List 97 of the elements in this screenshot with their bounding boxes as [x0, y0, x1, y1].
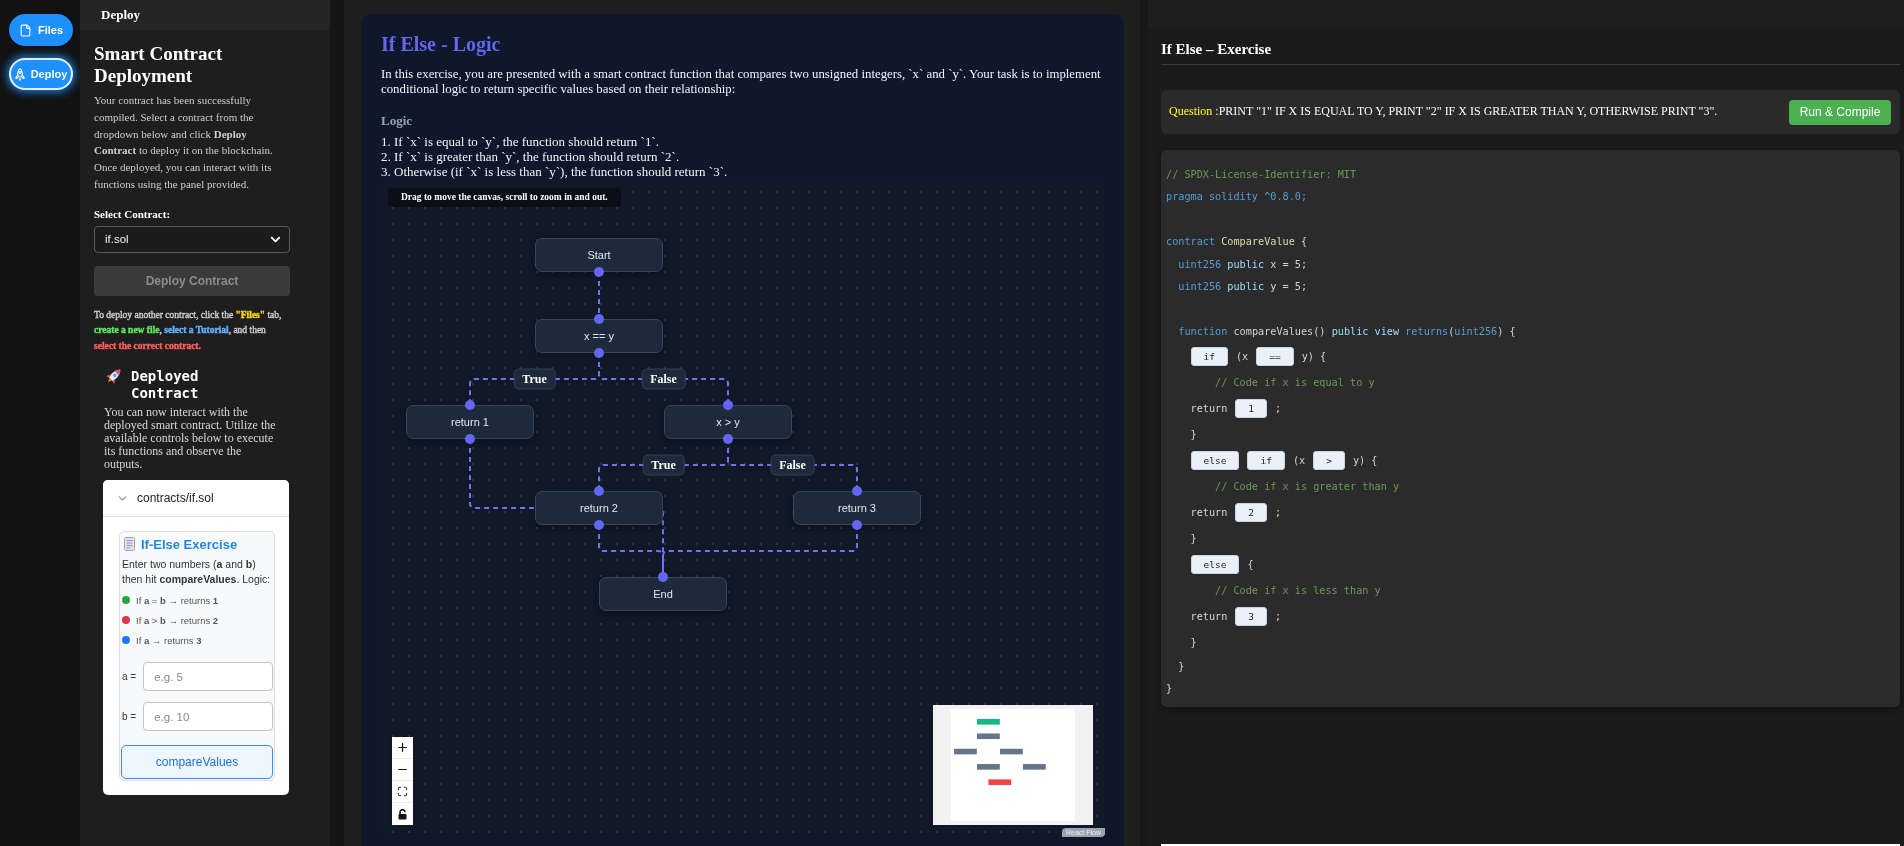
code-line: // SPDX-License-Identifier: MIT [1166, 168, 1357, 180]
code-line: uint256 public y = 5; [1178, 281, 1308, 293]
handle-dot-icon[interactable] [465, 400, 475, 410]
panel-title: Smart Contract Deployment [94, 43, 224, 87]
logic-step: 2. If `x` is greater than `y`, the function should return `2`. [381, 149, 1105, 164]
input-label: a = [122, 671, 137, 683]
canvas-tooltip: Drag to move the canvas, scroll to zoom in and out. [388, 188, 621, 207]
number-input-field[interactable]: e.g. 5 [143, 662, 273, 692]
handle-dot-icon[interactable] [723, 434, 733, 444]
panel-header: Deploy [80, 0, 330, 30]
code-blank-field[interactable]: if [1190, 346, 1228, 366]
fit-view-icon [397, 786, 408, 797]
handle-dot-icon[interactable] [594, 520, 604, 530]
edge-label: True [513, 368, 556, 390]
code-text: y) { [1352, 454, 1378, 466]
code-blank-field[interactable]: 3 [1235, 606, 1268, 626]
code-line: uint256 public x = 5; [1178, 258, 1308, 270]
flow-node[interactable]: End [599, 577, 727, 611]
code-text: (x [1236, 350, 1249, 362]
code-line: // Code if x is less than y [1215, 584, 1381, 596]
code-line: } [1178, 660, 1185, 672]
lock-button[interactable] [392, 803, 413, 825]
section-title: Deployed Contract [131, 367, 200, 403]
code-blank-field[interactable]: > [1313, 450, 1345, 470]
code-blank-field[interactable]: 1 [1235, 398, 1268, 418]
flow-node[interactable]: return 1 [406, 405, 534, 439]
code-blank-field[interactable]: 2 [1235, 502, 1268, 522]
handle-dot-icon[interactable] [594, 486, 604, 496]
handle-dot-icon[interactable] [658, 572, 668, 582]
rocket-icon [105, 367, 122, 385]
code-text: return [1190, 402, 1228, 414]
handle-dot-icon[interactable] [594, 314, 604, 324]
logic-heading: Logic [381, 113, 414, 128]
fit-view-button[interactable] [392, 781, 413, 803]
lesson-title: If Else - Logic [381, 32, 502, 58]
contract-select[interactable]: if.sol [94, 225, 290, 253]
file-icon [18, 23, 32, 37]
code-line: pragma solidity ^0.8.0; [1166, 191, 1308, 203]
document-icon [124, 537, 135, 552]
handle-dot-icon[interactable] [465, 434, 475, 444]
minimap[interactable] [933, 705, 1093, 825]
number-input-field[interactable]: e.g. 10 [143, 702, 273, 732]
handle-dot-icon[interactable] [852, 520, 862, 530]
exercise-heading: If Else – Exercise [1161, 40, 1273, 58]
select-label: Select Contract: [94, 206, 172, 221]
exercise-title: If-Else Exercise [141, 536, 238, 552]
code-line: contract CompareValue { [1166, 236, 1308, 248]
code-line: } [1190, 428, 1197, 440]
handle-dot-icon[interactable] [723, 400, 733, 410]
contract-accordion-header[interactable]: contracts/if.sol [103, 480, 289, 518]
code-text: ; [1275, 506, 1282, 518]
rule-text: If a → returns 3 [136, 634, 202, 646]
code-blank-field[interactable]: else [1190, 450, 1240, 470]
handle-dot-icon[interactable] [594, 267, 604, 277]
code-line: } [1190, 636, 1197, 648]
code-text: return [1190, 610, 1228, 622]
code-blank-field[interactable]: if [1247, 450, 1285, 470]
lock-icon [398, 808, 407, 820]
input-label: b = [122, 711, 137, 723]
edge-label: False [770, 454, 815, 476]
lesson-intro: In this exercise, you are presented with a smart contract function that compares two unsigned integers, `x` and `y`. Your task is to implement conditional logic to return specific values based on their relationship: [381, 67, 1102, 97]
code-text: y) { [1301, 350, 1327, 362]
code-line: function compareValues() public view returns(uint256) { [1178, 326, 1516, 338]
code-line: // Code if x is equal to y [1215, 376, 1375, 388]
code-blank-field[interactable]: else [1190, 554, 1240, 574]
code-text: { [1247, 558, 1254, 570]
section-text: You can now interact with the deployed smart contract. Utilize the available controls below to execute its functions and observe the outputs. [104, 405, 276, 472]
code-text: (x [1292, 454, 1306, 466]
code-text: ; [1275, 402, 1282, 414]
question-label: Question : [1169, 103, 1219, 118]
exercise-description: Enter two numbers (a and b) then hit compareValues. Logic: [121, 557, 272, 588]
rule-text: If a = b → returns 1 [136, 594, 219, 606]
zoom-in-button[interactable] [392, 737, 413, 759]
plus-icon [396, 741, 409, 754]
handle-dot-icon[interactable] [852, 486, 862, 496]
minimap-viewport[interactable] [951, 709, 1075, 821]
logic-step: 3. Otherwise (if `x` is less than `y`), the function should return `3`. [381, 164, 1105, 179]
flow-node[interactable]: Start [535, 238, 663, 272]
flow-node[interactable]: return 3 [793, 491, 921, 525]
code-line: // Code if x is greater than y [1215, 480, 1400, 492]
rule-text: If a > b → returns 2 [136, 614, 219, 626]
code-line: } [1166, 683, 1173, 695]
edge-label: True [642, 454, 685, 476]
edge-label: False [641, 368, 686, 390]
rocket-icon [14, 67, 25, 81]
code-text: ; [1275, 610, 1282, 622]
compare-values-button[interactable]: compareValues [121, 745, 273, 780]
deploy-hint-text: To deploy another contract, click the "Files" tab, create a new file, select a Tutorial, and then select the correct contract. [94, 308, 283, 353]
code-text: return [1190, 506, 1228, 518]
handle-dot-icon[interactable] [594, 348, 604, 358]
flow-node[interactable]: return 2 [535, 491, 663, 525]
logic-step: 1. If `x` is equal to `y`, the function should return `1`. [381, 134, 1105, 149]
code-blank-field[interactable]: == [1256, 346, 1294, 366]
flow-node[interactable]: x > y [664, 405, 792, 439]
code-line: } [1190, 532, 1197, 544]
flow-node[interactable]: x == y [535, 319, 663, 353]
intro-text: Your contract has been successfully compiled. Select a contract from the dropdown below and click Deploy Contract to deploy it on the blockchain. Once deployed, you can interact with its functions using the panel provided. [94, 93, 274, 192]
